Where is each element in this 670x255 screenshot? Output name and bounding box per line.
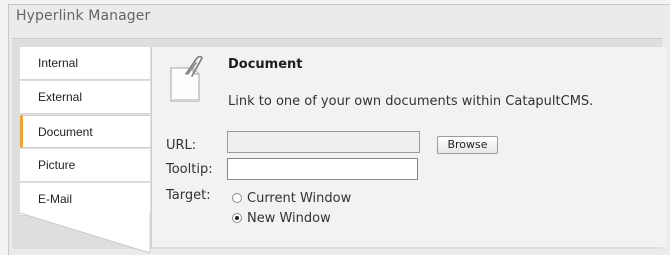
target-label: Target:: [166, 188, 211, 203]
url-label: URL:: [166, 138, 197, 153]
current-window-radio[interactable]: [232, 193, 242, 203]
radio-selected-dot: [235, 216, 239, 220]
url-input[interactable]: [227, 131, 420, 153]
link-type-tabs: Internal External Document Picture E-Mai…: [20, 47, 151, 253]
section-description: Link to one of your own documents within…: [228, 94, 594, 109]
current-window-label: Current Window: [247, 191, 352, 206]
browse-button[interactable]: Browse: [437, 136, 498, 154]
tab-internal[interactable]: Internal: [20, 47, 150, 80]
tab-document[interactable]: Document: [20, 115, 150, 148]
new-window-radio[interactable]: [232, 213, 242, 223]
tooltip-input[interactable]: [227, 158, 418, 180]
tab-external[interactable]: External: [20, 81, 150, 114]
window-title: Hyperlink Manager: [16, 8, 151, 24]
document-paperclip-icon: [170, 56, 203, 102]
tab-email[interactable]: E-Mail: [20, 183, 150, 216]
tab-list-end-decoration: [20, 213, 151, 253]
new-window-label: New Window: [247, 211, 331, 226]
tooltip-label: Tooltip:: [166, 162, 213, 177]
section-heading: Document: [228, 57, 303, 72]
tab-picture[interactable]: Picture: [20, 149, 150, 182]
